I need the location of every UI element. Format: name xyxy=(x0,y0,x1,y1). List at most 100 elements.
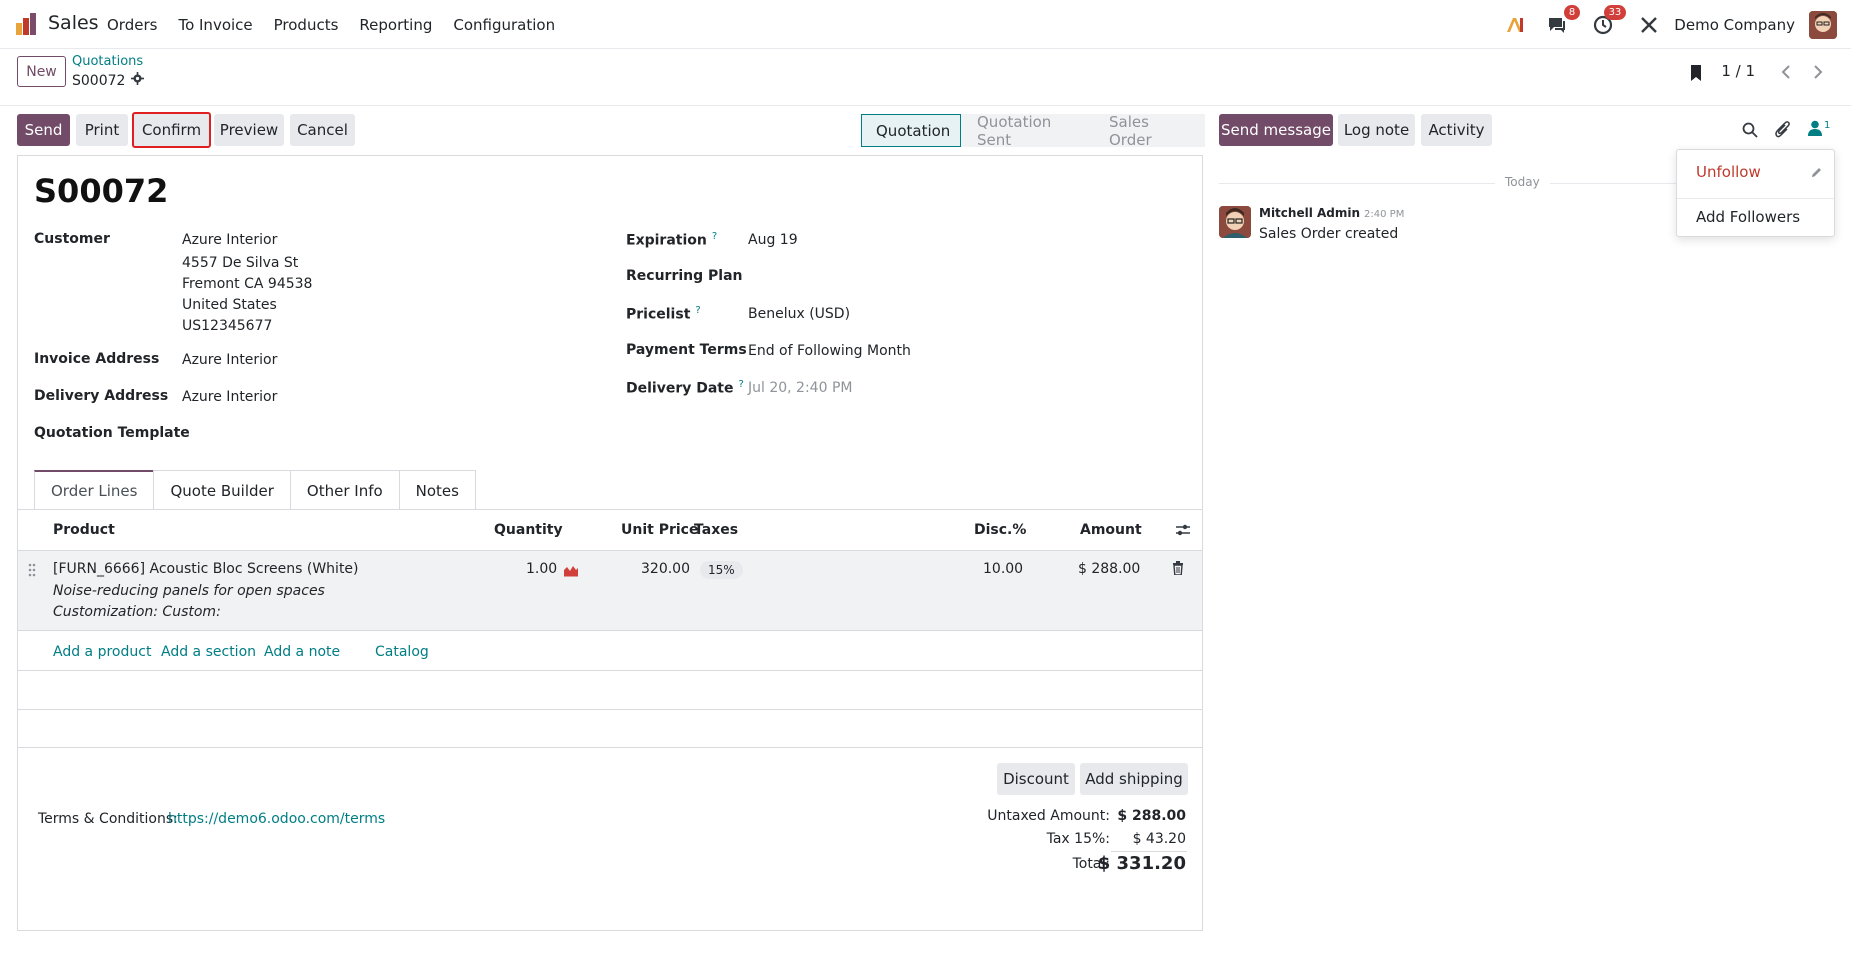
untaxed-amount-label: Untaxed Amount: xyxy=(987,808,1110,824)
pager-previous-icon[interactable] xyxy=(1780,64,1792,84)
recurring-plan-field[interactable] xyxy=(748,268,1048,286)
tab-other-info[interactable]: Other Info xyxy=(289,470,400,510)
invoice-address-label: Invoice Address xyxy=(34,351,160,367)
trash-icon[interactable] xyxy=(1172,561,1184,579)
add-followers-item[interactable]: Add Followers xyxy=(1696,208,1800,226)
company-switcher[interactable]: Demo Company xyxy=(1674,16,1795,34)
gear-icon[interactable] xyxy=(131,72,145,89)
confirm-button[interactable]: Confirm xyxy=(132,112,211,148)
line-tax-badge[interactable]: 15% xyxy=(700,561,743,579)
line-amount: $ 288.00 xyxy=(1078,561,1141,577)
breadcrumb-quotations[interactable]: Quotations xyxy=(72,54,143,69)
delivery-address-field[interactable]: Azure Interior xyxy=(182,389,277,405)
catalog-link[interactable]: Catalog xyxy=(375,644,429,660)
delivery-date-label: Delivery Date? xyxy=(626,379,744,397)
attachment-icon[interactable] xyxy=(1775,121,1791,143)
navbar-systray: 8 33 Demo Company xyxy=(1484,0,1837,49)
payment-terms-label: Payment Terms xyxy=(626,342,747,358)
invoice-address-field[interactable]: Azure Interior xyxy=(182,352,277,368)
tax-value: $ 43.20 xyxy=(1132,831,1186,847)
discount-button[interactable]: Discount xyxy=(997,763,1075,795)
dropdown-divider xyxy=(1677,198,1834,199)
top-navbar: Sales Orders To Invoice Products Reporti… xyxy=(0,0,1851,49)
tab-order-lines[interactable]: Order Lines xyxy=(34,470,155,510)
ai-icon[interactable] xyxy=(1504,14,1526,36)
pager-value[interactable]: 1 / 1 xyxy=(1721,62,1755,80)
line-customization: Customization: Custom: xyxy=(53,604,221,620)
delivery-date-field[interactable]: Jul 20, 2:40 PM xyxy=(748,380,852,396)
cancel-button[interactable]: Cancel xyxy=(290,114,355,146)
customer-country: United States xyxy=(182,297,277,313)
menu-products[interactable]: Products xyxy=(274,16,339,34)
drag-handle-icon[interactable] xyxy=(28,563,36,581)
tab-notes[interactable]: Notes xyxy=(398,470,476,510)
line-unit-price[interactable]: 320.00 xyxy=(641,561,690,577)
add-shipping-button[interactable]: Add shipping xyxy=(1080,763,1188,795)
menu-orders[interactable]: Orders xyxy=(107,16,157,34)
followers-count: 1 xyxy=(1824,120,1831,131)
new-button[interactable]: New xyxy=(17,56,66,87)
messages-icon[interactable]: 8 xyxy=(1546,4,1581,36)
preview-button[interactable]: Preview xyxy=(214,114,284,146)
debug-tools-icon[interactable] xyxy=(1638,14,1660,36)
column-product[interactable]: Product xyxy=(53,522,115,538)
line-quantity[interactable]: 1.00 xyxy=(526,561,557,577)
column-discount[interactable]: Disc.% xyxy=(974,522,1026,538)
search-icon[interactable] xyxy=(1742,122,1758,142)
customer-name[interactable]: Azure Interior xyxy=(182,232,277,248)
help-icon[interactable]: ? xyxy=(739,379,744,390)
pager-next-icon[interactable] xyxy=(1812,64,1824,84)
message-author[interactable]: Mitchell Admin 2:40 PM xyxy=(1259,206,1404,220)
add-product-link[interactable]: Add a product xyxy=(53,644,151,660)
column-taxes[interactable]: Taxes xyxy=(694,522,738,538)
control-panel: New Quotations S00072 1 / 1 xyxy=(0,49,1851,106)
edit-subscription-icon[interactable] xyxy=(1810,165,1823,183)
log-note-button[interactable]: Log note xyxy=(1338,114,1415,146)
pricelist-field[interactable]: Benelux (USD) xyxy=(748,306,850,322)
payment-terms-field[interactable]: End of Following Month xyxy=(748,343,911,359)
line-product[interactable]: [FURN_6666] Acoustic Bloc Screens (White… xyxy=(53,561,359,577)
customer-label: Customer xyxy=(34,231,110,247)
optional-columns-icon[interactable] xyxy=(1175,523,1191,541)
expiration-field[interactable]: Aug 19 xyxy=(748,232,798,248)
menu-reporting[interactable]: Reporting xyxy=(359,16,432,34)
send-button[interactable]: Send xyxy=(17,114,70,146)
untaxed-amount-value: $ 288.00 xyxy=(1117,808,1186,824)
row-divider xyxy=(18,709,1202,710)
menu-configuration[interactable]: Configuration xyxy=(453,16,555,34)
column-amount[interactable]: Amount xyxy=(1080,522,1142,538)
help-icon[interactable]: ? xyxy=(712,231,717,242)
print-button[interactable]: Print xyxy=(76,114,128,146)
line-discount[interactable]: 10.00 xyxy=(983,561,1023,577)
app-name[interactable]: Sales xyxy=(48,12,99,34)
sales-app-icon[interactable] xyxy=(16,13,40,35)
customer-city: Fremont CA 94538 xyxy=(182,276,313,292)
send-message-button[interactable]: Send message xyxy=(1219,114,1333,146)
followers-icon[interactable]: 1 xyxy=(1808,120,1830,136)
stage-quotation[interactable]: Quotation xyxy=(861,114,961,147)
stage-sales-order[interactable]: Sales Order xyxy=(1091,113,1205,149)
stage-quotation-sent[interactable]: Quotation Sent xyxy=(961,113,1091,149)
activities-icon[interactable]: 33 xyxy=(1592,4,1627,36)
menu-to-invoice[interactable]: To Invoice xyxy=(178,16,252,34)
breadcrumb-current: S00072 xyxy=(72,72,145,89)
help-icon[interactable]: ? xyxy=(695,305,700,316)
forecast-chart-icon[interactable] xyxy=(563,563,579,581)
unfollow-item[interactable]: Unfollow xyxy=(1696,163,1761,181)
message-author-name[interactable]: Mitchell Admin xyxy=(1259,206,1360,220)
add-note-link[interactable]: Add a note xyxy=(264,644,340,660)
user-avatar[interactable] xyxy=(1809,10,1837,39)
author-avatar[interactable] xyxy=(1219,206,1251,238)
quotation-template-field[interactable] xyxy=(182,425,482,443)
add-section-link[interactable]: Add a section xyxy=(161,644,256,660)
column-unit-price[interactable]: Unit Price xyxy=(621,522,698,538)
total-divider xyxy=(1111,851,1187,852)
tab-quote-builder[interactable]: Quote Builder xyxy=(153,470,291,510)
bookmark-icon[interactable] xyxy=(1689,64,1703,86)
tab-divider xyxy=(18,509,1202,510)
terms-link[interactable]: https://demo6.odoo.com/terms xyxy=(168,811,385,827)
column-quantity[interactable]: Quantity xyxy=(494,522,563,538)
total-value: $ 331.20 xyxy=(1097,853,1186,874)
message-body: Sales Order created xyxy=(1259,226,1399,242)
activity-button[interactable]: Activity xyxy=(1421,114,1492,146)
